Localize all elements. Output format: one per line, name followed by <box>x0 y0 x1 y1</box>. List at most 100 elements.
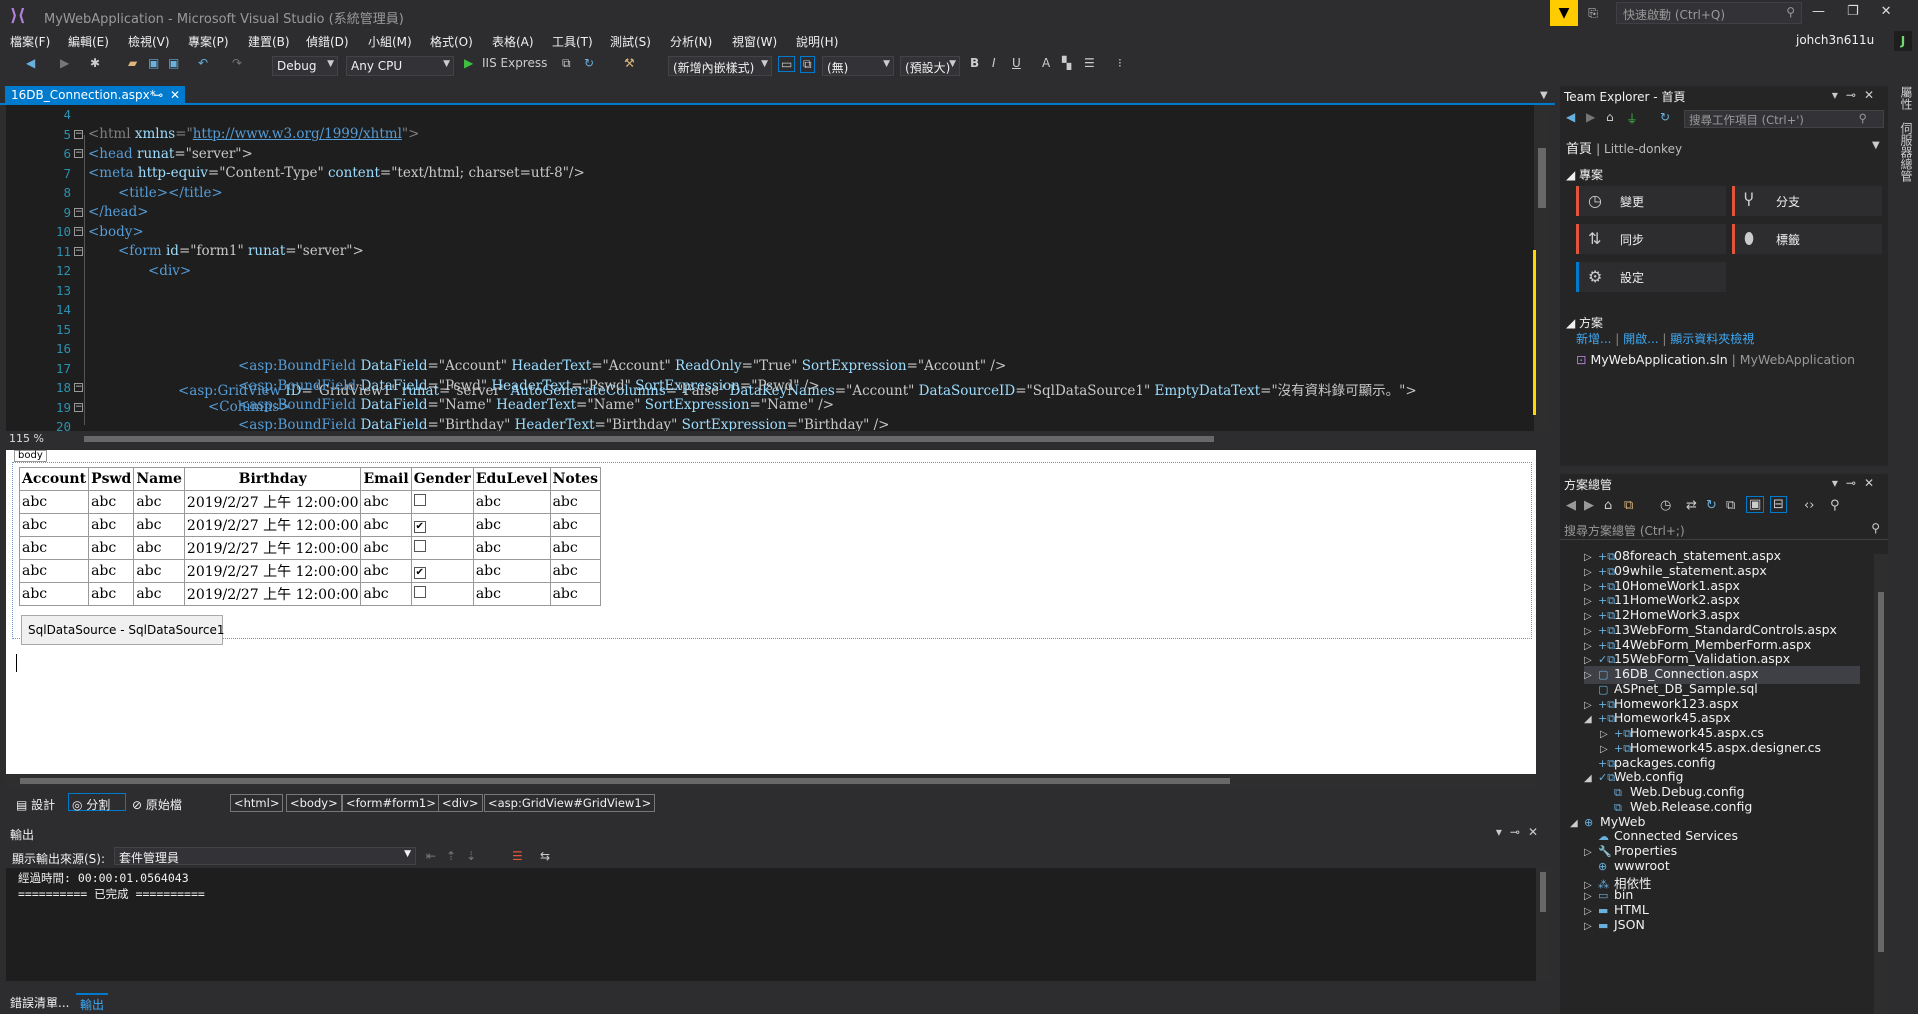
code-editor[interactable]: 4 5 6 7 8 9 10 11 12 13 14 15 16 17 18 1… <box>6 105 1534 434</box>
connect-icon[interactable]: ⏚ <box>1626 110 1638 127</box>
layout-absolute-icon[interactable]: ⧉ <box>800 56 815 73</box>
word-wrap-icon[interactable]: ⇆ <box>540 849 550 863</box>
tab-output[interactable]: 輸出 <box>76 993 109 1014</box>
div-container[interactable]: Account Pswd Name Birthday Email Gender … <box>12 462 1532 645</box>
font-size-combo[interactable]: (預設大) ▼ <box>900 56 960 76</box>
collapse-icon[interactable]: − <box>74 149 83 158</box>
pending-changes-icon[interactable]: ◷ <box>1660 498 1671 513</box>
breadcrumb-html[interactable]: <html> <box>230 794 284 812</box>
tab-error-list[interactable]: 錯誤清單... <box>6 993 73 1012</box>
collapse-icon[interactable]: − <box>74 403 83 412</box>
platform-combo[interactable]: Any CPU ▼ <box>346 56 454 76</box>
save-icon[interactable]: ▣ <box>148 56 159 70</box>
gridview-preview[interactable]: Account Pswd Name Birthday Email Gender … <box>18 467 601 606</box>
refresh-icon[interactable]: ↻ <box>584 56 594 70</box>
expander-icon[interactable]: ▷ <box>1584 582 1598 593</box>
menu-debug[interactable]: 偵錯(D) <box>306 33 349 50</box>
configuration-combo[interactable]: Debug ▼ <box>272 56 338 76</box>
expander-icon[interactable]: ◢ <box>1570 818 1584 829</box>
expander-icon[interactable]: ▷ <box>1584 552 1598 563</box>
forward-icon[interactable]: ▶ <box>1586 110 1595 124</box>
pane-controls[interactable]: ▾⊸✕ <box>1496 825 1546 839</box>
collapse-icon[interactable]: − <box>74 227 83 236</box>
collapse-icon[interactable]: − <box>74 247 83 256</box>
feedback-icon[interactable]: ⎘ <box>1578 0 1608 26</box>
split-view-label[interactable]: ◎ 分割 <box>72 796 110 813</box>
expander-icon[interactable]: ▷ <box>1584 847 1598 858</box>
tile-sync[interactable]: ⇅ 同步 <box>1576 224 1726 254</box>
back-icon[interactable]: ◀ <box>1566 498 1576 513</box>
breadcrumb-body[interactable]: <body> <box>286 794 342 812</box>
back-icon[interactable]: ◀ <box>26 56 35 70</box>
browser-icon[interactable]: ⧉ <box>562 56 571 71</box>
user-name[interactable]: johch3n611u <box>1796 33 1874 47</box>
menu-analyze[interactable]: 分析(N) <box>670 33 712 50</box>
minimize-button[interactable]: — <box>1812 4 1825 19</box>
expander-icon[interactable]: ▷ <box>1600 744 1614 755</box>
menu-tools[interactable]: 工具(T) <box>552 33 593 50</box>
underline-button[interactable]: U <box>1012 56 1021 70</box>
design-surface[interactable]: body Account Pswd Name Birthday Email Ge… <box>6 450 1536 774</box>
properties-icon[interactable]: ⚲ <box>1830 498 1840 513</box>
expander-icon[interactable]: ▷ <box>1584 611 1598 622</box>
server-explorer-tab[interactable]: 伺服器總管 <box>1898 122 1915 182</box>
tile-branches[interactable]: Ⴤ 分支 <box>1732 186 1882 216</box>
expander-icon[interactable]: ▷ <box>1584 906 1598 917</box>
style-combo[interactable]: (新增內嵌樣式) ▼ <box>668 56 772 76</box>
refresh-icon[interactable]: ↻ <box>1706 498 1717 513</box>
new-solution-link[interactable]: 新增... <box>1576 332 1611 346</box>
zoom-level[interactable]: 115 % <box>9 432 44 445</box>
notification-filter-icon[interactable]: ▼ <box>1550 0 1578 26</box>
toolbox-icon[interactable]: ⚒ <box>624 56 635 70</box>
section-solution-header[interactable]: ◢ 方案 <box>1566 314 1603 331</box>
menu-project[interactable]: 專案(P) <box>188 33 229 50</box>
bold-button[interactable]: B <box>970 56 979 70</box>
refresh-icon[interactable]: ↻ <box>1660 110 1670 124</box>
solution-search-input[interactable]: 搜尋方案總管 (Ctrl+;) ⚲ <box>1560 520 1888 540</box>
menu-format[interactable]: 格式(O) <box>430 33 473 50</box>
close-button[interactable]: ✕ <box>1881 4 1892 19</box>
open-solution-link[interactable]: 開啟... <box>1623 332 1658 346</box>
expander-icon[interactable]: ▷ <box>1600 729 1614 740</box>
scrollbar-thumb[interactable] <box>1540 872 1546 912</box>
switch-views-icon[interactable]: ⧉ <box>1624 498 1633 513</box>
tab-16db-connection[interactable]: 16DB_Connection.aspx* ⊸ ✕ <box>5 86 185 105</box>
editor-horizontal-scrollbar[interactable] <box>84 436 1214 442</box>
home-icon[interactable]: ⌂ <box>1606 110 1614 124</box>
avatar[interactable]: J <box>1894 31 1912 51</box>
expander-icon[interactable]: ▷ <box>1584 655 1598 666</box>
expander-icon[interactable]: ▷ <box>1584 567 1598 578</box>
menu-window[interactable]: 視窗(W) <box>732 33 777 50</box>
align-icon[interactable]: ☰ <box>1084 56 1095 70</box>
collapse-icon[interactable]: − <box>74 208 83 217</box>
expander-icon[interactable]: ▷ <box>1584 891 1598 902</box>
chevron-down-icon[interactable]: ▼ <box>1872 140 1880 151</box>
solution-entry[interactable]: ⊡ MyWebApplication.sln | MyWebApplicatio… <box>1576 352 1855 367</box>
tile-tags[interactable]: ⬮ 標籤 <box>1732 224 1882 254</box>
scrollbar-thumb[interactable] <box>20 778 1230 784</box>
properties-tab[interactable]: 屬性 <box>1898 86 1915 110</box>
scrollbar-thumb[interactable] <box>1878 592 1884 952</box>
undo-icon[interactable]: ↶ <box>198 56 208 70</box>
maximize-button[interactable]: ❐ <box>1847 4 1859 19</box>
folder-view-link[interactable]: 顯示資料夾檢視 <box>1670 332 1754 346</box>
output-text[interactable]: 經過時間: 00:00:01.0564043 ========== 已完成 ==… <box>6 868 1542 981</box>
section-project-header[interactable]: ◢ 專案 <box>1566 166 1603 183</box>
scrollbar-thumb[interactable] <box>1538 148 1546 208</box>
body-tag-label[interactable]: body <box>14 450 47 462</box>
menu-table[interactable]: 表格(A) <box>492 33 534 50</box>
breadcrumb-gridview[interactable]: <asp:GridView#GridView1> <box>484 794 656 812</box>
collapse-icon[interactable]: − <box>74 383 83 392</box>
quick-launch-input[interactable]: 快速啟動 (Ctrl+Q) ⚲ <box>1616 2 1802 24</box>
design-view-button[interactable]: ▤ 設計 <box>16 796 55 813</box>
source-view-button[interactable]: ⊘ 原始檔 <box>132 796 182 813</box>
expander-icon[interactable]: ◢ <box>1584 773 1598 784</box>
menu-test[interactable]: 測試(S) <box>610 33 651 50</box>
forward-icon[interactable]: ▶ <box>1584 498 1594 513</box>
collapse-icon[interactable]: − <box>74 130 83 139</box>
tile-settings[interactable]: ⚙ 設定 <box>1576 262 1726 292</box>
tab-dropdown-icon[interactable]: ▼ <box>1540 90 1548 101</box>
expander-icon[interactable]: ▷ <box>1584 921 1598 932</box>
menu-edit[interactable]: 編輯(E) <box>68 33 109 50</box>
expander-icon[interactable]: ▷ <box>1584 596 1598 607</box>
